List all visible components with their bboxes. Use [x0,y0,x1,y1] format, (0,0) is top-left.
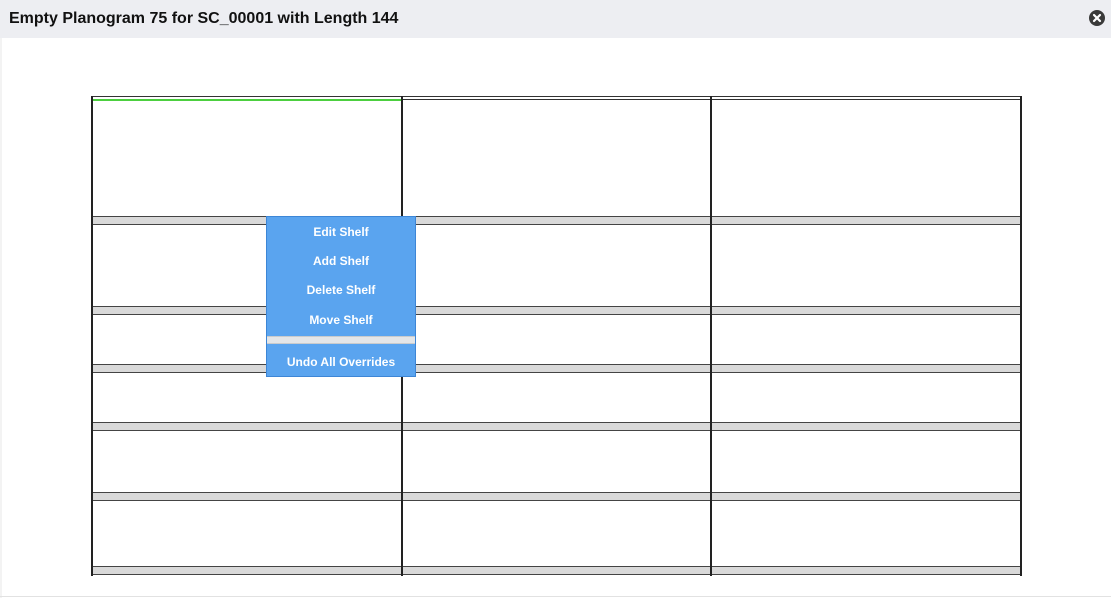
dialog-footer-divider [0,596,1111,597]
planogram-left-edge [91,96,93,576]
planogram-shelf[interactable] [91,422,1022,431]
planogram-cell-selected[interactable] [91,99,403,218]
planogram-shelf[interactable] [91,566,1022,575]
menu-item-edit-shelf[interactable]: Edit Shelf [267,219,415,245]
planogram-shelf[interactable] [91,216,1022,225]
planogram-canvas [91,96,1022,576]
menu-item-add-shelf[interactable]: Add Shelf [267,248,415,274]
planogram-divider [710,96,712,576]
planogram-cell[interactable] [403,100,711,216]
planogram-cell[interactable] [711,100,1022,216]
close-icon[interactable] [1089,10,1105,26]
planogram-shelf[interactable] [91,492,1022,501]
shelf-context-menu: Edit Shelf Add Shelf Delete Shelf Move S… [266,216,416,377]
planogram-right-edge [1020,96,1022,576]
menu-item-undo-all-overrides[interactable]: Undo All Overrides [267,349,415,375]
dialog-title: Empty Planogram 75 for SC_00001 with Len… [9,10,399,27]
dialog-titlebar: Empty Planogram 75 for SC_00001 with Len… [0,0,1111,38]
planogram-shelf[interactable] [91,306,1022,315]
planogram-shelf[interactable] [91,364,1022,373]
menu-item-delete-shelf[interactable]: Delete Shelf [267,277,415,303]
menu-separator [267,336,415,344]
menu-item-move-shelf[interactable]: Move Shelf [267,307,415,333]
dialog-left-edge [0,38,2,598]
